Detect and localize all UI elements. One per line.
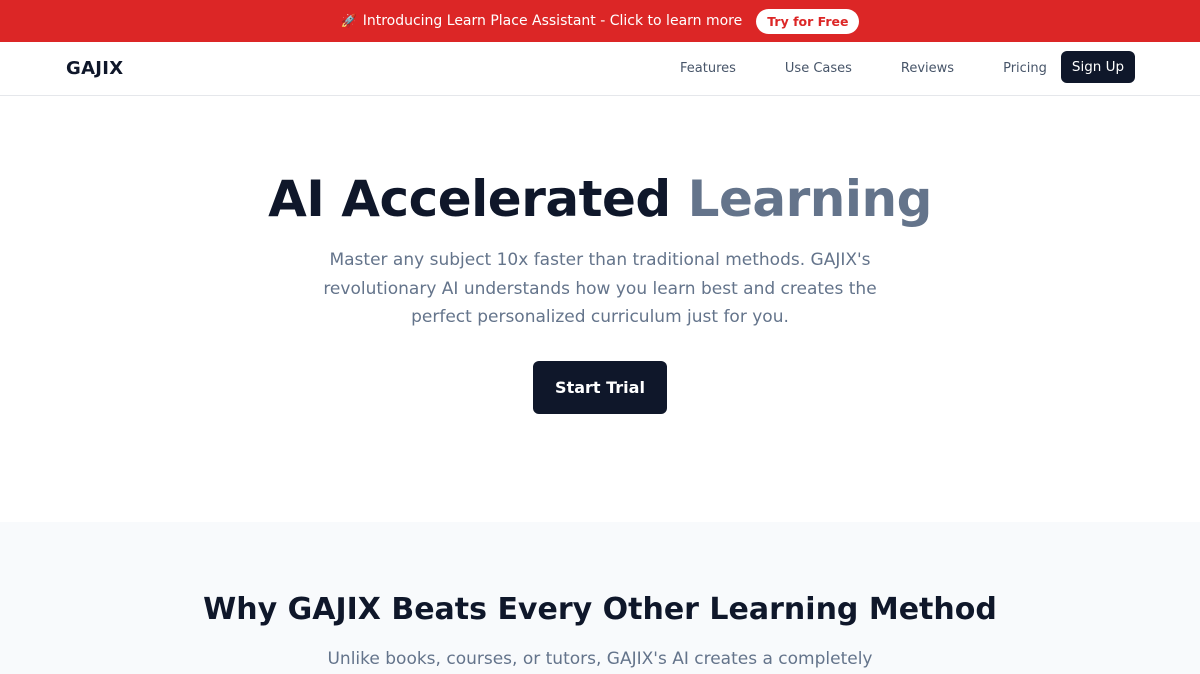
announcement-message[interactable]: 🚀 Introducing Learn Place Assistant - Cl… — [341, 13, 743, 29]
top-navigation: GAJIX Features Use Cases Reviews Pricing… — [0, 42, 1200, 96]
why-section: Why GAJIX Beats Every Other Learning Met… — [0, 522, 1200, 674]
hero-title-accent: Learning — [687, 170, 933, 228]
rocket-icon: 🚀 — [340, 13, 357, 29]
hero-subtitle: Master any subject 10x faster than tradi… — [323, 250, 877, 327]
nav-link-pricing[interactable]: Pricing — [1003, 61, 1047, 76]
why-title: Why GAJIX Beats Every Other Learning Met… — [203, 592, 997, 627]
hero-section: AI Accelerated Learning Master any subje… — [0, 96, 1200, 522]
start-trial-button[interactable]: Start Trial — [533, 360, 667, 414]
nav-links: Features Use Cases Reviews Pricing — [680, 61, 1047, 76]
hero-title-main: AI Accelerated — [268, 170, 671, 228]
nav-link-use-cases[interactable]: Use Cases — [785, 61, 852, 76]
announcement-bar[interactable]: 🚀 Introducing Learn Place Assistant - Cl… — [0, 0, 1200, 42]
nav-link-features[interactable]: Features — [680, 61, 736, 76]
try-for-free-button[interactable]: Try for Free — [756, 8, 860, 34]
announcement-text: Introducing Learn Place Assistant - Clic… — [362, 13, 743, 29]
brand-logo[interactable]: GAJIX — [66, 58, 123, 79]
why-text: Unlike books, courses, or tutors, GAJIX'… — [327, 649, 873, 669]
sign-up-button[interactable]: Sign Up — [1061, 51, 1135, 83]
hero-title: AI Accelerated Learning — [0, 170, 1200, 228]
nav-link-reviews[interactable]: Reviews — [901, 61, 954, 76]
